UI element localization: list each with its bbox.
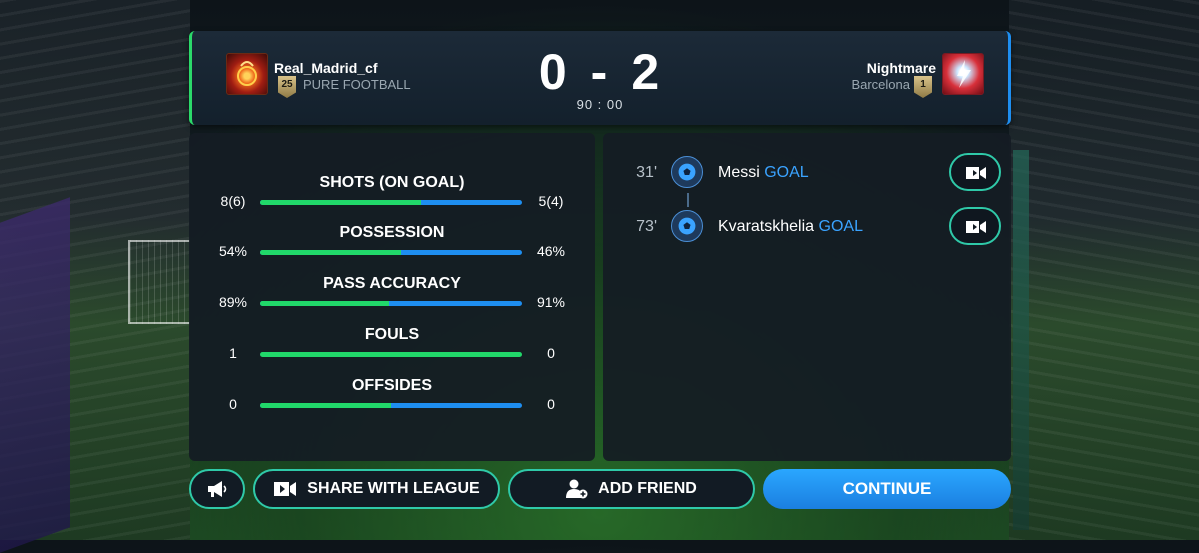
- advertising-board-right: [1013, 150, 1029, 530]
- event-type: GOAL: [764, 164, 809, 181]
- away-club-name: Barcelona: [851, 77, 910, 92]
- match-events-panel: 31' Messi GOAL 73' Kvaratskhelia GOAL: [603, 133, 1011, 461]
- event-description: Kvaratskhelia GOAL: [718, 218, 863, 236]
- stat-row-fouls: FOULS 1 0: [189, 326, 595, 376]
- share-with-league-button[interactable]: SHARE WITH LEAGUE: [253, 469, 500, 509]
- event-connector-line: [687, 193, 689, 207]
- stat-label: SHOTS (ON GOAL): [319, 174, 465, 191]
- soccer-ball-icon: [671, 156, 703, 188]
- stat-bar: [260, 352, 522, 357]
- stat-away-value: 91%: [536, 294, 566, 310]
- stat-bar-home-fill: [260, 200, 422, 205]
- stat-row-pass-accuracy: PASS ACCURACY 89% 91%: [189, 275, 595, 325]
- away-team-name: Nightmare: [866, 60, 936, 76]
- match-stats-panel: SHOTS (ON GOAL) 8(6) 5(4) POSSESSION 54%…: [189, 133, 595, 461]
- scoreboard: Real_Madrid_cf 25 PURE FOOTBALL 0-2 90 :…: [189, 31, 1011, 125]
- stat-bar-home-fill: [260, 250, 402, 255]
- stat-away-value: 0: [547, 345, 555, 361]
- event-player: Kvaratskhelia: [718, 218, 815, 235]
- stat-label: POSSESSION: [339, 224, 445, 241]
- announce-button[interactable]: [189, 469, 245, 509]
- add-friend-button[interactable]: ADD FRIEND: [508, 469, 755, 509]
- lightning-badge-icon: [942, 53, 984, 95]
- add-friend-button-label: ADD FRIEND: [598, 480, 697, 497]
- stat-bar: [260, 250, 522, 255]
- event-row: 73' Kvaratskhelia GOAL: [603, 206, 1011, 246]
- stat-bar: [260, 200, 522, 205]
- replay-video-button[interactable]: [949, 207, 1001, 245]
- stat-bar-home-fill: [260, 352, 522, 357]
- advertising-board-left: [0, 197, 70, 553]
- video-camera-icon: [966, 167, 986, 179]
- stat-home-value: 0: [229, 396, 237, 412]
- goal-net: [128, 240, 190, 324]
- stat-bar-home-fill: [260, 403, 391, 408]
- share-button-label: SHARE WITH LEAGUE: [307, 480, 480, 497]
- soccer-ball-icon: [671, 210, 703, 242]
- score-separator: -: [590, 44, 610, 100]
- stat-away-value: 5(4): [538, 193, 564, 209]
- stat-home-value: 89%: [218, 294, 248, 310]
- replay-video-button[interactable]: [949, 153, 1001, 191]
- stat-home-value: 1: [229, 345, 237, 361]
- stat-row-offsides: OFFSIDES 0 0: [189, 377, 595, 427]
- video-camera-icon: [966, 221, 986, 233]
- stat-home-value: 8(6): [220, 193, 246, 209]
- stat-label: FOULS: [364, 326, 420, 343]
- stat-row-shots: SHOTS (ON GOAL) 8(6) 5(4): [189, 174, 595, 224]
- stat-row-possession: POSSESSION 54% 46%: [189, 224, 595, 274]
- add-user-icon: [566, 479, 588, 499]
- event-player: Messi: [718, 164, 760, 181]
- event-type: GOAL: [818, 218, 863, 235]
- stat-home-value: 54%: [218, 243, 248, 259]
- megaphone-icon: [208, 481, 227, 497]
- continue-button[interactable]: CONTINUE: [763, 469, 1011, 509]
- stat-away-value: 0: [547, 396, 555, 412]
- home-score: 0: [538, 44, 569, 100]
- away-score: 2: [631, 44, 662, 100]
- match-clock: 90 : 00: [576, 97, 624, 112]
- stat-away-value: 46%: [536, 243, 566, 259]
- event-minute: 73': [636, 218, 657, 235]
- event-description: Messi GOAL: [718, 164, 809, 182]
- stat-bar-home-fill: [260, 301, 390, 306]
- stat-bar: [260, 301, 522, 306]
- stat-label: PASS ACCURACY: [323, 275, 461, 292]
- stadium-stand-right: [1009, 0, 1199, 540]
- stat-label: OFFSIDES: [351, 377, 432, 394]
- continue-button-label: CONTINUE: [842, 479, 932, 498]
- event-minute: 31': [636, 164, 657, 181]
- video-camera-icon: [274, 482, 297, 496]
- stat-bar: [260, 403, 522, 408]
- event-row: 31' Messi GOAL: [603, 152, 1011, 192]
